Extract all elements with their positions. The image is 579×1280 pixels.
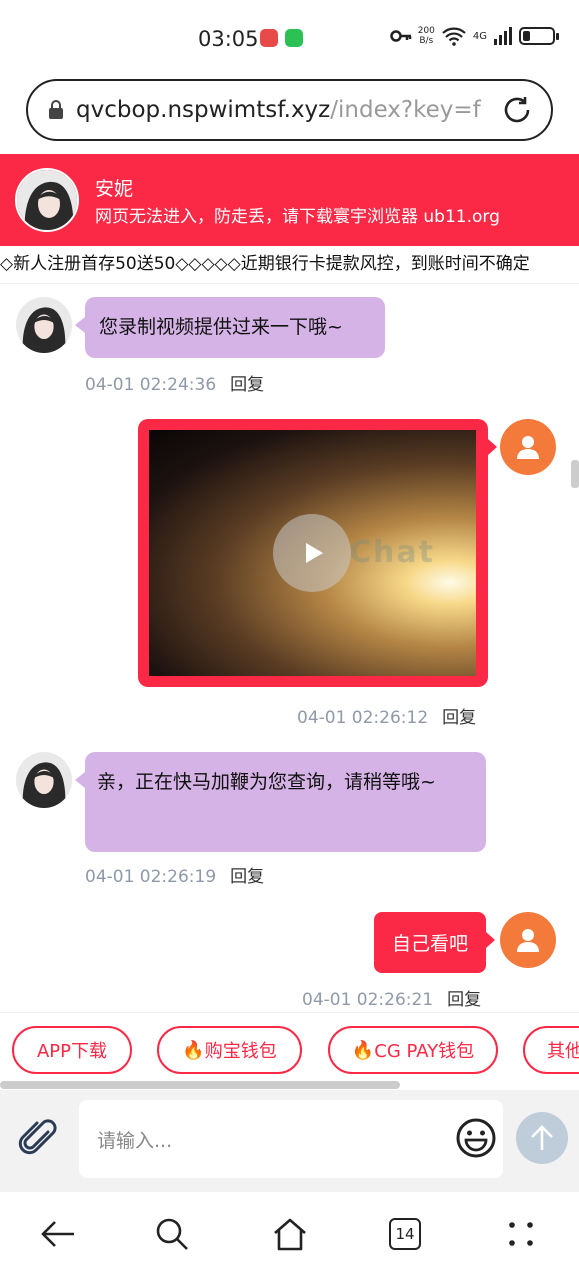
agent-name: 安妮	[95, 178, 134, 200]
message-bubble: 您录制视频提供过来一下哦~	[75, 297, 385, 358]
chat-scrollbar[interactable]	[571, 460, 579, 488]
reload-icon[interactable]	[501, 94, 533, 126]
attachment-icon[interactable]	[18, 1118, 60, 1160]
emoji-icon[interactable]	[455, 1117, 497, 1159]
message-time: 04-01 02:26:19	[85, 867, 217, 887]
message-time: 04-01 02:26:12	[297, 708, 429, 728]
tabs-icon: 14	[389, 1218, 421, 1250]
reply-button[interactable]: 回复	[230, 375, 264, 395]
user-avatar	[500, 419, 556, 475]
tabs-button[interactable]: 14	[383, 1212, 427, 1256]
browser-nav-bar: 14	[0, 1192, 579, 1280]
message-time: 04-01 02:24:36	[85, 375, 217, 395]
search-icon	[156, 1218, 188, 1250]
home-icon	[274, 1218, 306, 1251]
user-avatar	[500, 912, 556, 968]
fire-icon: 🔥	[182, 1039, 205, 1061]
status-bar: 03:05 200 B/s 4G	[0, 0, 579, 72]
battery-icon	[519, 27, 559, 45]
play-button[interactable]	[273, 514, 351, 592]
message-bubble: 自己看吧	[374, 912, 495, 973]
message-bubble: 亲，正在快马加鞭为您查询，请稍等哦~	[75, 752, 486, 852]
fire-icon: 🔥	[351, 1039, 375, 1061]
video-message[interactable]: Chat	[138, 419, 497, 687]
agent-avatar	[16, 752, 72, 808]
network-type: 4G	[472, 30, 487, 42]
quick-actions-bar: APP下载 🔥购宝钱包 🔥CG PAY钱包 其他	[0, 1012, 579, 1090]
user-icon	[517, 929, 539, 952]
chat-area[interactable]: 您录制视频提供过来一下哦~ 04-01 02:24:36 回复 Chat 04-0…	[0, 285, 579, 1010]
play-icon	[306, 543, 323, 563]
video-thumbnail: Chat	[149, 430, 476, 676]
message-meta: 04-01 02:26:12 回复	[297, 703, 476, 728]
key-icon	[389, 30, 411, 42]
more-dots-icon	[509, 1222, 533, 1246]
wifi-icon	[442, 27, 466, 46]
reply-button[interactable]: 回复	[442, 708, 476, 728]
url-bar[interactable]: qvcbop.nspwimtsf.xyz/index?key=f	[26, 79, 553, 141]
agent-avatar	[15, 168, 79, 232]
announcement-ticker: ◇新人注册首存50送50◇◇◇◇◇近期银行卡提款风控，到账时间不确定	[0, 248, 579, 284]
other-button[interactable]: 其他	[523, 1026, 579, 1074]
battery-level	[523, 31, 530, 41]
back-button[interactable]	[36, 1212, 80, 1256]
quick-actions-scrollbar[interactable]	[0, 1081, 400, 1089]
message-time: 04-01 02:26:21	[302, 990, 434, 1010]
arrow-left-icon	[41, 1221, 74, 1247]
user-icon	[517, 436, 539, 459]
lock-icon	[49, 100, 63, 119]
url-text[interactable]: qvcbop.nspwimtsf.xyz/index?key=f	[76, 97, 501, 123]
video-watermark: Chat	[349, 535, 435, 570]
net-speed: 200 B/s	[417, 26, 435, 46]
search-button[interactable]	[150, 1212, 194, 1256]
message-meta: 04-01 02:26:21 回复	[302, 985, 481, 1010]
reply-button[interactable]: 回复	[230, 867, 264, 887]
url-path: /index?key=f	[330, 97, 481, 123]
tab-count: 14	[395, 1225, 415, 1243]
wechat-icon	[285, 29, 303, 47]
goubao-wallet-button[interactable]: 🔥 购宝钱包	[157, 1026, 302, 1074]
app-download-button[interactable]: APP下载	[12, 1026, 132, 1074]
message-meta: 04-01 02:26:19 回复	[85, 862, 264, 887]
cgpay-wallet-button[interactable]: 🔥 CG PAY钱包	[328, 1026, 498, 1074]
notification-app-icon	[260, 29, 278, 47]
input-placeholder: 请输入...	[97, 1129, 173, 1152]
chat-header: 安妮 网页无法进入，防走丢，请下载寰宇浏览器 ub11.org	[0, 154, 579, 246]
signal-icon	[494, 27, 512, 45]
status-time: 03:05	[198, 27, 259, 51]
message-meta: 04-01 02:24:36 回复	[85, 370, 264, 395]
url-host: qvcbop.nspwimtsf.xyz	[76, 97, 331, 123]
agent-avatar	[16, 297, 72, 353]
reply-button[interactable]: 回复	[447, 990, 481, 1010]
send-button[interactable]	[516, 1112, 568, 1164]
header-notice: 网页无法进入，防走丢，请下载寰宇浏览器 ub11.org	[95, 207, 500, 227]
message-input[interactable]: 请输入...	[79, 1100, 503, 1178]
arrow-up-icon	[531, 1125, 553, 1150]
home-button[interactable]	[268, 1212, 312, 1256]
menu-button[interactable]	[499, 1212, 543, 1256]
input-area: 请输入...	[0, 1090, 579, 1192]
